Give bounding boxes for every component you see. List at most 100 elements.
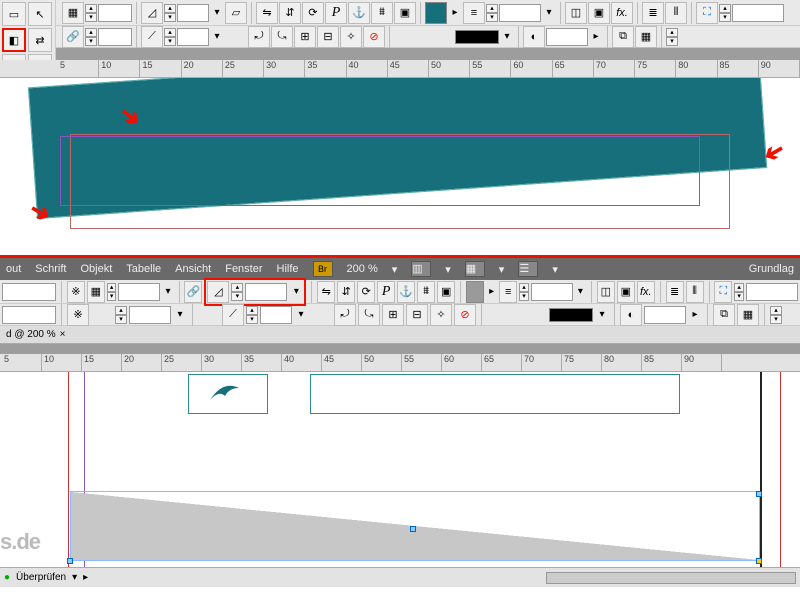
dropdown-icon[interactable]: ▾ [445,263,451,276]
dropdown-icon[interactable]: ▾ [499,263,505,276]
icon[interactable]: ⤿ [271,26,293,48]
icon[interactable]: ⊞ [294,26,316,48]
dropdown-icon[interactable]: ▾ [173,309,187,320]
spinner[interactable]: ▴▾ [164,4,176,22]
menu-ansicht[interactable]: Ansicht [175,263,211,275]
stroke-swatch[interactable] [455,30,499,44]
preflight-status-icon[interactable]: ● [4,572,10,583]
anchor-icon[interactable]: ⚓ [397,281,415,303]
dropdown-icon[interactable]: ▾ [162,286,173,297]
ref-point-icon[interactable]: ▦ [62,2,84,24]
align-icon[interactable]: ≣ [642,2,664,24]
horizontal-scrollbar[interactable] [546,572,796,584]
menu-schrift[interactable]: Schrift [35,263,66,275]
no-fill-icon[interactable]: ⊘ [454,304,476,326]
horizontal-ruler-lower[interactable]: 5 10 15 20 25 30 35 40 45 50 55 60 65 70… [0,354,800,372]
distribute-icon[interactable]: ⫴ [665,2,687,24]
zoom-field[interactable]: 200 % [347,263,378,275]
shear-field[interactable] [177,28,209,46]
status-dropdown-icon[interactable]: ▾ [72,572,77,583]
dropdown-icon[interactable]: ▾ [595,309,609,320]
spinner[interactable]: ▴▾ [770,306,782,324]
shadow-icon[interactable]: ▣ [617,281,635,303]
icon[interactable]: ⧉ [612,26,634,48]
stroke-swatch[interactable] [549,308,593,322]
upper-canvas[interactable]: ➔ ➔ ➔ [0,78,800,258]
dim-field[interactable]: 4,233 mm [732,4,784,22]
align-icon[interactable]: ≣ [666,281,684,303]
stroke-weight-icon[interactable]: ≡ [499,281,517,303]
char-style-icon[interactable]: P [325,2,347,24]
fx-icon[interactable]: fx. [611,2,633,24]
opacity-field[interactable]: 100 % [546,28,588,46]
spinner[interactable]: ▴▾ [164,28,176,46]
fill-swatch[interactable] [425,2,447,24]
shear-icon[interactable]: ▱ [225,2,247,24]
spinner[interactable]: ▴▾ [107,283,117,301]
icon[interactable]: ⊞ [382,304,404,326]
selection-tool-icon[interactable]: ▭ [2,2,26,26]
group-icon[interactable]: ⩩ [371,2,393,24]
rotate-cw-icon[interactable]: ⟳ [302,2,324,24]
opacity-field[interactable]: 100 % [644,306,686,324]
icon[interactable]: ▦ [737,304,759,326]
rotate-icon[interactable]: ◿ [207,281,229,303]
dropdown-icon[interactable]: ▾ [575,286,586,297]
fill-swatch[interactable] [466,281,484,303]
swap-icon[interactable]: ⇄ [28,28,52,52]
selection-handle[interactable] [756,491,762,497]
rotation-field[interactable]: 4° [245,283,287,301]
fill-stroke-icon[interactable]: ◧ [2,28,26,52]
icon[interactable]: ⤿ [358,304,380,326]
field[interactable] [98,4,132,22]
icon[interactable]: ✧ [340,26,362,48]
menu-fenster[interactable]: Fenster [225,263,262,275]
spinner[interactable]: ▴▾ [486,4,498,22]
distribute-icon[interactable]: ⫴ [686,281,704,303]
icon[interactable]: ▦ [635,26,657,48]
pt-field[interactable]: 0 Pt [499,4,541,22]
shear-angle-icon[interactable]: ⟋ [222,304,244,326]
shadow-icon[interactable]: ▣ [588,2,610,24]
menu-hilfe[interactable]: Hilfe [277,263,299,275]
link-icon[interactable]: 🔗 [184,281,202,303]
spinner[interactable]: ▴▾ [519,283,529,301]
pt-field[interactable]: 0 Pt [531,283,573,301]
close-icon[interactable]: × [60,329,66,340]
char-style-icon[interactable]: P [377,281,395,303]
icon[interactable]: ⤾ [248,26,270,48]
crop-icon[interactable]: ⛶ [696,2,718,24]
horizontal-ruler[interactable]: 5 10 15 20 25 30 35 40 45 50 55 60 65 70… [0,60,800,78]
shear-angle-icon[interactable]: ⟋ [141,26,163,48]
pathfinder-icon[interactable]: ◫ [565,2,587,24]
document-tab[interactable]: d @ 200 % × [0,326,800,344]
dim-field[interactable]: 4,233 mm [746,283,798,301]
flip-v-icon[interactable]: ⇵ [279,2,301,24]
selection-handle[interactable] [67,558,73,564]
icon[interactable]: ✧ [430,304,452,326]
h-field[interactable]: 5,417 mm [2,306,56,324]
selection-handle[interactable] [756,558,762,564]
icon[interactable]: ⤾ [334,304,356,326]
dropdown-icon[interactable]: ▸ [688,309,702,320]
spinner[interactable]: ▴▾ [231,283,243,301]
ref-point-icon[interactable]: ▦ [87,281,105,303]
wrap-icon[interactable]: ▣ [437,281,455,303]
dropdown-icon[interactable]: ▾ [392,263,398,276]
spinner[interactable]: ▴▾ [734,283,744,301]
bridge-icon[interactable]: Br [313,261,333,277]
link-icon[interactable]: 🔗 [62,26,84,48]
dropdown-icon[interactable]: ▾ [542,7,556,18]
flip-h-icon[interactable]: ⇋ [256,2,278,24]
icon[interactable]: ⧉ [713,304,735,326]
anchor-icon[interactable]: ⚓ [348,2,370,24]
spinner[interactable]: ▴▾ [719,4,731,22]
crop-icon[interactable]: ⛶ [714,281,732,303]
opacity-icon[interactable]: ◐ [620,304,642,326]
lower-canvas[interactable]: s.de ● Überprüfen ▾ ▸ [0,372,800,587]
rotate-icon[interactable]: ◿ [141,2,163,24]
rotate-cw-icon[interactable]: ⟳ [357,281,375,303]
constrain-icon[interactable]: ※ [67,304,89,326]
dropdown-icon[interactable]: ▸ [83,572,88,583]
text-frame[interactable] [310,374,680,414]
